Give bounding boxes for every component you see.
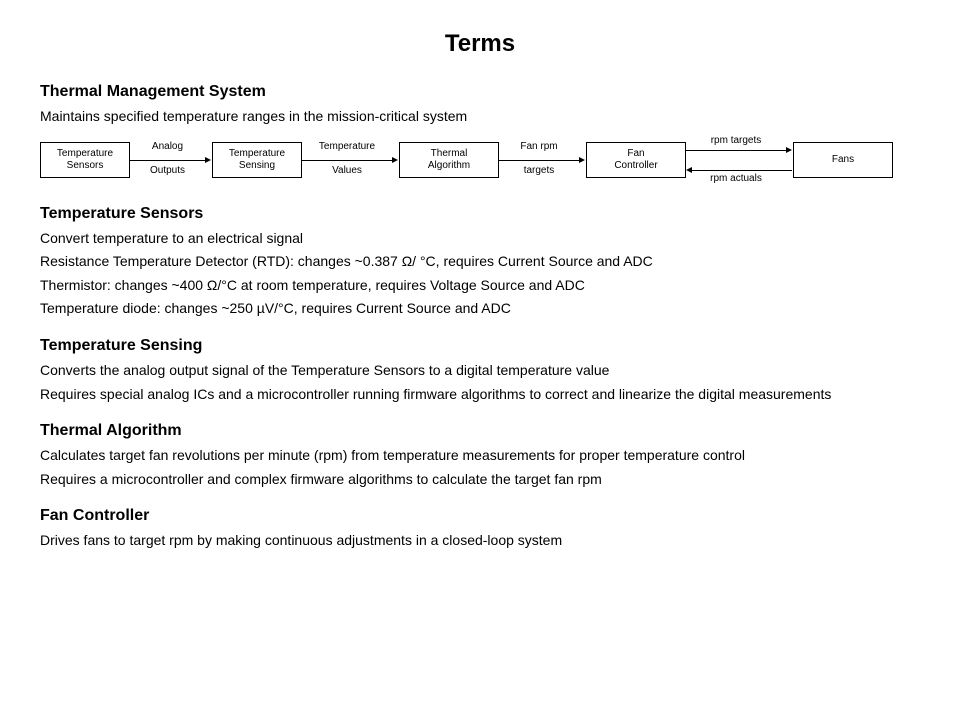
box-text: Controller: [614, 160, 657, 172]
diagram-box-fans: Fans: [793, 142, 893, 178]
section-text: Convert temperature to an electrical sig…: [40, 229, 920, 249]
flow-diagram: Temperature Sensors Analog Outputs Tempe…: [40, 135, 920, 185]
page-title: Terms: [40, 30, 920, 58]
section-heading-fan-controller: Fan Controller: [40, 507, 920, 525]
arrow-label: Fan rpm: [505, 141, 573, 153]
box-text: Algorithm: [428, 160, 470, 172]
arrow-label: Analog: [140, 141, 195, 153]
section-heading-temp-sensors: Temperature Sensors: [40, 205, 920, 223]
diagram-box-fan-controller: Fan Controller: [586, 142, 686, 178]
section-heading-temp-sensing: Temperature Sensing: [40, 337, 920, 355]
box-text: Sensors: [67, 160, 104, 172]
section-text: Requires special analog ICs and a microc…: [40, 385, 920, 405]
section-heading-tms: Thermal Management System: [40, 83, 920, 101]
section-text: Resistance Temperature Detector (RTD): c…: [40, 252, 920, 272]
box-text: Sensing: [239, 160, 275, 172]
section-text: Requires a microcontroller and complex f…: [40, 470, 920, 490]
box-text: Temperature: [57, 148, 113, 160]
section-text: Calculates target fan revolutions per mi…: [40, 446, 920, 466]
section-text: Maintains specified temperature ranges i…: [40, 107, 920, 127]
arrow-icon: [686, 150, 786, 151]
section-text: Thermistor: changes ~400 Ω/°C at room te…: [40, 276, 920, 296]
arrow-icon: [499, 160, 579, 161]
diagram-box-temperature-sensing: Temperature Sensing: [212, 142, 302, 178]
box-text: Fans: [832, 154, 854, 166]
section-text: Converts the analog output signal of the…: [40, 361, 920, 381]
section-text: Drives fans to target rpm by making cont…: [40, 531, 920, 551]
arrow-label: Temperature: [308, 141, 386, 153]
arrow-label: Outputs: [140, 165, 195, 177]
arrow-label: rpm actuals: [695, 173, 777, 185]
box-text: Thermal: [431, 148, 468, 160]
arrow-icon: [302, 160, 392, 161]
arrow-label: targets: [505, 165, 573, 177]
box-text: Fan: [627, 148, 644, 160]
diagram-box-temperature-sensors: Temperature Sensors: [40, 142, 130, 178]
arrow-label: Values: [308, 165, 386, 177]
diagram-box-thermal-algorithm: Thermal Algorithm: [399, 142, 499, 178]
section-text: Temperature diode: changes ~250 µV/°C, r…: [40, 299, 920, 319]
box-text: Temperature: [229, 148, 285, 160]
arrow-label: rpm targets: [695, 135, 777, 147]
arrow-icon: [692, 170, 792, 171]
arrow-icon: [130, 160, 205, 161]
section-heading-thermal-algorithm: Thermal Algorithm: [40, 422, 920, 440]
